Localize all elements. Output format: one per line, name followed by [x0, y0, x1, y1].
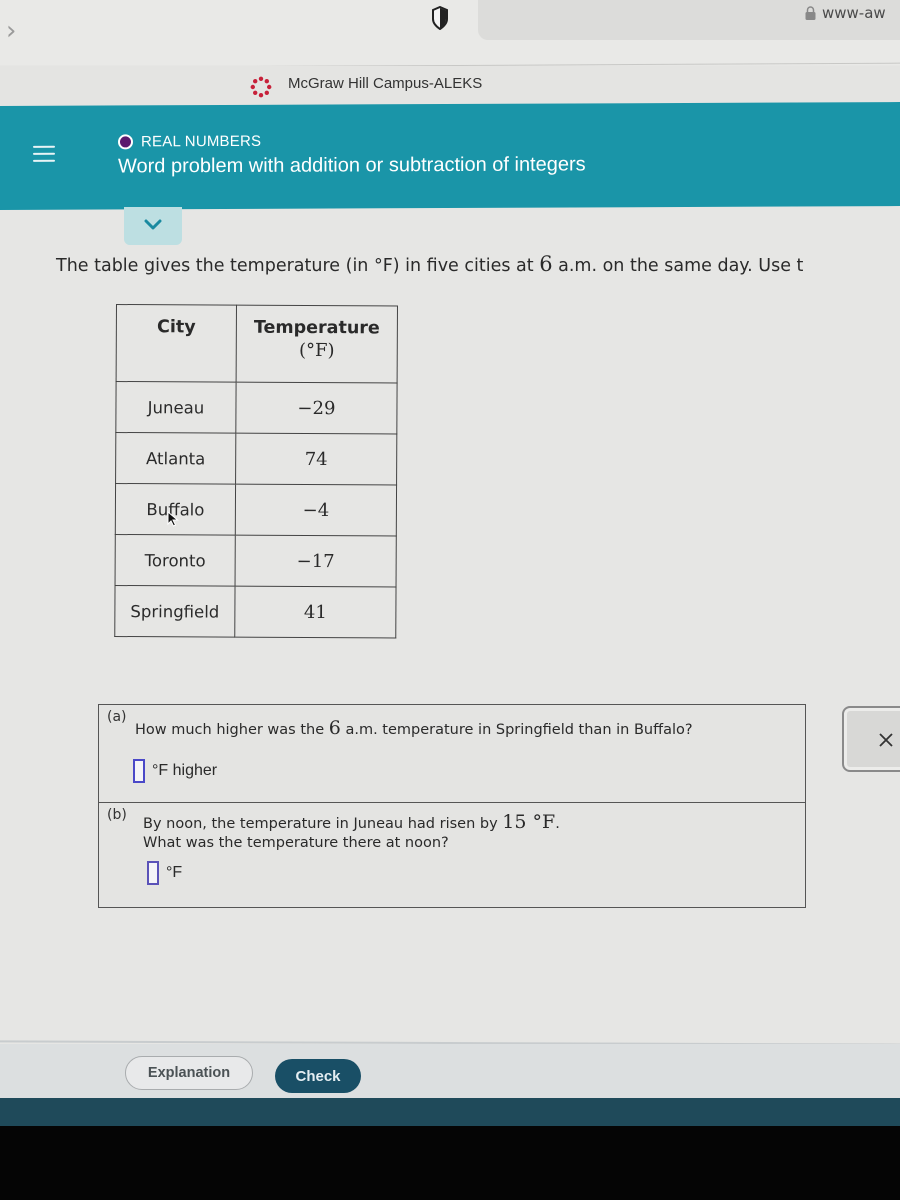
action-bar: Explanation Check — [0, 1044, 900, 1100]
temperature-cell: −4 — [235, 484, 397, 536]
table-row: Juneau −29 — [115, 381, 398, 434]
table-row: Springfield 41 — [114, 585, 397, 638]
part-b-unit: °F — [166, 864, 183, 881]
part-b-letter: (b) — [107, 807, 127, 823]
part-a-question: How much higher was the 6 a.m. temperatu… — [135, 717, 693, 739]
part-b-question-line1: By noon, the temperature in Juneau had r… — [143, 811, 560, 833]
part-a-text-end: a.m. temperature in Springfield than in … — [340, 722, 693, 738]
lesson-header: REAL NUMBERS Word problem with addition … — [0, 102, 900, 210]
topic-label: REAL NUMBERS — [141, 132, 262, 151]
tab-bar: McGraw Hill Campus-ALEKS — [0, 66, 900, 106]
table-row: Buffalo −4 — [115, 483, 397, 536]
problem-intro: The table gives the temperature (in °F) … — [56, 252, 803, 276]
city-cell: Atlanta — [115, 432, 236, 485]
part-b-answer-input[interactable] — [147, 861, 159, 885]
clear-answer-button[interactable] — [842, 706, 900, 772]
lesson-title: Word problem with addition or subtractio… — [118, 153, 586, 178]
browser-toolbar: › www-aw — [0, 0, 900, 65]
close-icon — [879, 733, 893, 747]
part-a-number: 6 — [328, 717, 341, 739]
question-part-b: (b) By noon, the temperature in Juneau h… — [98, 802, 806, 908]
topic-line: REAL NUMBERS — [118, 133, 261, 151]
city-cell: Juneau — [115, 381, 237, 434]
city-cell: Buffalo — [115, 483, 236, 536]
lock-icon — [805, 6, 816, 20]
tab-title[interactable]: McGraw Hill Campus-ALEKS — [288, 75, 482, 92]
explanation-button[interactable]: Explanation — [125, 1056, 253, 1090]
question-part-a: (a) How much higher was the 6 a.m. tempe… — [98, 704, 806, 804]
temperature-cell: −29 — [235, 382, 398, 434]
part-b-number: 15 °F — [502, 811, 556, 833]
mcgraw-hill-logo-icon — [250, 76, 272, 98]
menu-hamburger-icon[interactable] — [33, 145, 55, 168]
city-cell: Springfield — [114, 585, 236, 638]
back-chevron-icon[interactable]: › — [6, 16, 26, 46]
part-a-answer-row: °F higher — [133, 759, 217, 783]
topic-progress-dot-icon — [118, 134, 133, 150]
part-a-text-start: How much higher was the — [135, 722, 329, 738]
part-b-question-line2: What was the temperature there at noon? — [143, 835, 449, 851]
check-button[interactable]: Check — [275, 1059, 361, 1093]
screen-bezel — [0, 1126, 900, 1200]
part-b-answer-row: °F — [147, 861, 182, 885]
part-a-unit: °F higher — [152, 762, 218, 779]
temperature-table: City Temperature (°F) Juneau −29 Atlanta… — [114, 304, 398, 638]
intro-text-start: The table gives the temperature (in °F) … — [56, 256, 540, 276]
temperature-header-unit: (°F) — [298, 339, 335, 362]
temperature-cell: 41 — [234, 586, 397, 638]
column-header-city: City — [116, 304, 237, 383]
part-a-answer-input[interactable] — [133, 759, 145, 783]
footer-band — [0, 1098, 900, 1126]
table-row: Toronto −17 — [115, 534, 397, 587]
intro-number: 6 — [539, 252, 553, 276]
part-b-text-end: . — [555, 816, 560, 832]
city-cell: Toronto — [115, 534, 236, 587]
chevron-down-icon — [144, 219, 162, 230]
table-header-row: City Temperature (°F) — [116, 304, 398, 383]
temperature-cell: 74 — [235, 433, 397, 485]
temperature-cell: −17 — [235, 535, 397, 587]
temperature-header-label: Temperature — [253, 317, 380, 339]
url-text[interactable]: www-aw — [822, 4, 886, 22]
column-header-temperature: Temperature (°F) — [236, 305, 398, 383]
intro-text-end: a.m. on the same day. Use t — [552, 256, 804, 276]
shield-icon[interactable] — [432, 6, 448, 30]
part-b-text-start: By noon, the temperature in Juneau had r… — [143, 816, 503, 832]
table-row: Atlanta 74 — [115, 432, 397, 485]
part-a-letter: (a) — [107, 709, 127, 725]
expand-header-button[interactable] — [124, 207, 182, 245]
